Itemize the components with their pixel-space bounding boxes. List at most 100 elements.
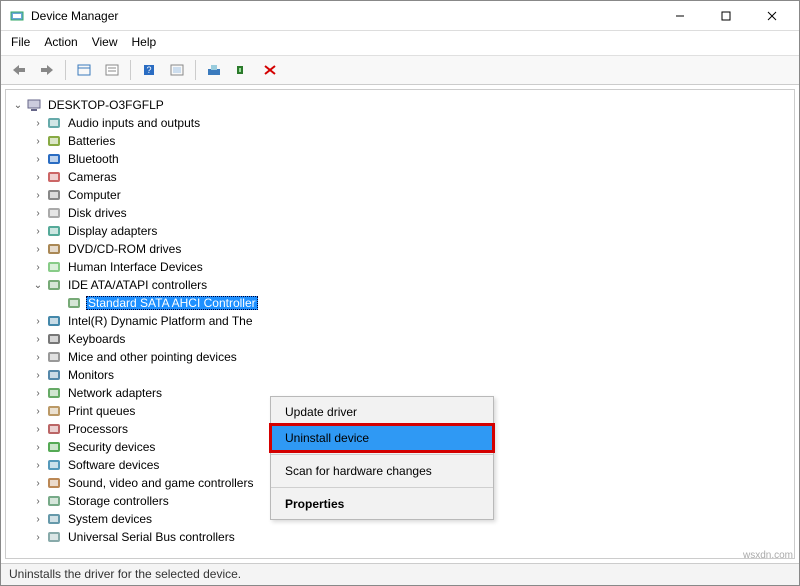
back-button[interactable] bbox=[7, 59, 31, 81]
minimize-button[interactable] bbox=[657, 1, 703, 31]
svg-text:?: ? bbox=[146, 65, 151, 75]
chevron-down-icon[interactable]: ⌄ bbox=[12, 99, 24, 111]
tree-category-label: Processors bbox=[66, 422, 130, 436]
chevron-right-icon[interactable]: › bbox=[32, 225, 44, 237]
spacer bbox=[52, 297, 64, 309]
update-driver-button[interactable] bbox=[202, 59, 226, 81]
tree-category-label: Audio inputs and outputs bbox=[66, 116, 202, 130]
tree-category-label: System devices bbox=[66, 512, 154, 526]
tree-category-label: Computer bbox=[66, 188, 123, 202]
help-button[interactable]: ? bbox=[137, 59, 161, 81]
tree-category[interactable]: › Intel(R) Dynamic Platform and The bbox=[32, 312, 792, 330]
chevron-right-icon[interactable]: › bbox=[32, 351, 44, 363]
tree-category-label: Monitors bbox=[66, 368, 116, 382]
category-icon bbox=[46, 511, 62, 527]
chevron-right-icon[interactable]: › bbox=[32, 315, 44, 327]
menu-help[interactable]: Help bbox=[132, 35, 157, 49]
ctx-properties[interactable]: Properties bbox=[271, 491, 493, 517]
chevron-right-icon[interactable]: › bbox=[32, 459, 44, 471]
chevron-right-icon[interactable]: › bbox=[32, 513, 44, 525]
chevron-right-icon[interactable]: › bbox=[32, 477, 44, 489]
ctx-scan-hardware[interactable]: Scan for hardware changes bbox=[271, 458, 493, 484]
forward-button[interactable] bbox=[35, 59, 59, 81]
controller-icon bbox=[66, 295, 82, 311]
category-icon bbox=[46, 133, 62, 149]
tree-category[interactable]: › Human Interface Devices bbox=[32, 258, 792, 276]
menu-action[interactable]: Action bbox=[44, 35, 77, 49]
toolbar-separator bbox=[65, 60, 66, 80]
tree-category-label: Intel(R) Dynamic Platform and The bbox=[66, 314, 255, 328]
tree-category-label: Software devices bbox=[66, 458, 161, 472]
tree-category[interactable]: › Batteries bbox=[32, 132, 792, 150]
chevron-right-icon[interactable]: › bbox=[32, 441, 44, 453]
tree-device-label: Standard SATA AHCI Controller bbox=[86, 296, 258, 310]
chevron-right-icon[interactable]: › bbox=[32, 369, 44, 381]
tree-category-label: Security devices bbox=[66, 440, 157, 454]
chevron-right-icon[interactable]: › bbox=[32, 153, 44, 165]
tree-category-label: DVD/CD-ROM drives bbox=[66, 242, 183, 256]
chevron-right-icon[interactable]: › bbox=[32, 207, 44, 219]
chevron-right-icon[interactable]: › bbox=[32, 189, 44, 201]
menubar: File Action View Help bbox=[1, 31, 799, 56]
tree-category-label: Human Interface Devices bbox=[66, 260, 205, 274]
category-icon bbox=[46, 151, 62, 167]
ctx-uninstall-device[interactable]: Uninstall device bbox=[271, 425, 493, 451]
menu-view[interactable]: View bbox=[92, 35, 118, 49]
chevron-right-icon[interactable]: › bbox=[32, 261, 44, 273]
tree-category-label: IDE ATA/ATAPI controllers bbox=[66, 278, 209, 292]
chevron-right-icon[interactable]: › bbox=[32, 387, 44, 399]
category-icon bbox=[46, 385, 62, 401]
category-icon bbox=[46, 367, 62, 383]
show-hidden-button[interactable] bbox=[72, 59, 96, 81]
ctx-separator bbox=[271, 487, 493, 488]
computer-icon bbox=[26, 97, 42, 113]
category-icon bbox=[46, 439, 62, 455]
category-icon bbox=[46, 223, 62, 239]
category-icon bbox=[46, 493, 62, 509]
uninstall-button[interactable] bbox=[230, 59, 254, 81]
tree-category-label: Sound, video and game controllers bbox=[66, 476, 255, 490]
chevron-down-icon[interactable]: ⌄ bbox=[32, 279, 44, 291]
chevron-right-icon[interactable]: › bbox=[32, 171, 44, 183]
tree-category[interactable]: › Monitors bbox=[32, 366, 792, 384]
chevron-right-icon[interactable]: › bbox=[32, 117, 44, 129]
tree-category[interactable]: › Computer bbox=[32, 186, 792, 204]
chevron-right-icon[interactable]: › bbox=[32, 495, 44, 507]
category-icon bbox=[46, 457, 62, 473]
chevron-right-icon[interactable]: › bbox=[32, 531, 44, 543]
tree-device[interactable]: Standard SATA AHCI Controller bbox=[52, 294, 792, 312]
tree-category[interactable]: › Disk drives bbox=[32, 204, 792, 222]
tree-category[interactable]: › Keyboards bbox=[32, 330, 792, 348]
tree-category-label: Bluetooth bbox=[66, 152, 121, 166]
chevron-right-icon[interactable]: › bbox=[32, 405, 44, 417]
tree-category-label: Network adapters bbox=[66, 386, 164, 400]
disable-button[interactable] bbox=[258, 59, 282, 81]
category-icon bbox=[46, 331, 62, 347]
tree-category[interactable]: › Universal Serial Bus controllers bbox=[32, 528, 792, 546]
tree-category[interactable]: › Display adapters bbox=[32, 222, 792, 240]
maximize-button[interactable] bbox=[703, 1, 749, 31]
tree-category[interactable]: › Bluetooth bbox=[32, 150, 792, 168]
tree-category[interactable]: ⌄ IDE ATA/ATAPI controllers bbox=[32, 276, 792, 294]
chevron-right-icon[interactable]: › bbox=[32, 423, 44, 435]
window-controls bbox=[657, 1, 795, 31]
chevron-right-icon[interactable]: › bbox=[32, 135, 44, 147]
tree-category-label: Mice and other pointing devices bbox=[66, 350, 239, 364]
tree-category[interactable]: › Cameras bbox=[32, 168, 792, 186]
chevron-right-icon[interactable]: › bbox=[32, 333, 44, 345]
tree-category-label: Batteries bbox=[66, 134, 117, 148]
properties-button[interactable] bbox=[100, 59, 124, 81]
window-title: Device Manager bbox=[31, 9, 657, 23]
category-icon bbox=[46, 529, 62, 545]
chevron-right-icon[interactable]: › bbox=[32, 243, 44, 255]
scan-button[interactable] bbox=[165, 59, 189, 81]
tree-root[interactable]: ⌄ DESKTOP-O3FGFLP bbox=[12, 96, 792, 114]
tree-category[interactable]: › DVD/CD-ROM drives bbox=[32, 240, 792, 258]
ctx-update-driver[interactable]: Update driver bbox=[271, 399, 493, 425]
tree-category-label: Cameras bbox=[66, 170, 119, 184]
tree-category[interactable]: › Audio inputs and outputs bbox=[32, 114, 792, 132]
device-tree-panel[interactable]: ⌄ DESKTOP-O3FGFLP › Audio inputs and out… bbox=[5, 89, 795, 559]
close-button[interactable] bbox=[749, 1, 795, 31]
tree-category[interactable]: › Mice and other pointing devices bbox=[32, 348, 792, 366]
menu-file[interactable]: File bbox=[11, 35, 30, 49]
